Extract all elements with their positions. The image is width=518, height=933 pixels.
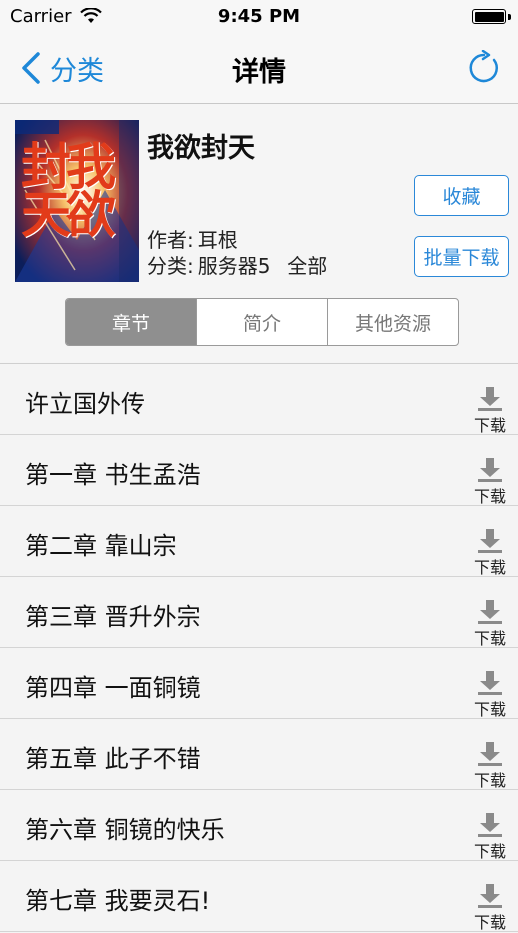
download-label: 下载 xyxy=(473,416,506,435)
chapter-row[interactable]: 第七章 我要灵石! 下载 xyxy=(0,861,518,932)
download-label: 下载 xyxy=(473,842,506,861)
category-line: 分类: 服务器5 全部 xyxy=(147,250,331,279)
chapter-title: 第六章 铜镜的快乐 xyxy=(25,816,225,844)
category-label: 分类: xyxy=(147,254,194,278)
download-icon xyxy=(478,529,502,553)
download-button[interactable]: 下载 xyxy=(472,458,508,507)
download-button[interactable]: 下载 xyxy=(472,387,508,436)
tab-summary[interactable]: 简介 xyxy=(197,299,328,345)
download-label: 下载 xyxy=(473,913,506,932)
download-button[interactable]: 下载 xyxy=(472,742,508,791)
status-bar: Carrier 9:45 PM xyxy=(0,0,518,36)
download-icon xyxy=(478,813,502,837)
chapter-row[interactable]: 许立国外传 下载 xyxy=(0,364,518,435)
chapter-list: 许立国外传 下载 第一章 书生孟浩 下载 第二章 靠山宗 下载 第三章 晋升外宗… xyxy=(0,363,518,932)
chapter-title: 第七章 我要灵石! xyxy=(25,887,211,915)
author-name: 耳根 xyxy=(197,228,238,252)
cover-title: 我欲封天 xyxy=(15,140,116,236)
chapter-row[interactable]: 第二章 靠山宗 下载 xyxy=(0,506,518,577)
batch-download-button[interactable]: 批量下载 xyxy=(414,236,509,277)
download-icon xyxy=(478,600,502,624)
chapter-row[interactable]: 第五章 此子不错 下载 xyxy=(0,719,518,790)
chapter-title: 第五章 此子不错 xyxy=(25,745,201,773)
download-icon xyxy=(478,884,502,908)
download-button[interactable]: 下载 xyxy=(472,529,508,578)
battery-icon xyxy=(472,9,506,24)
download-button[interactable]: 下载 xyxy=(472,600,508,649)
chapter-title: 第一章 书生孟浩 xyxy=(25,461,201,489)
chapter-row[interactable]: 第三章 晋升外宗 下载 xyxy=(0,577,518,648)
download-label: 下载 xyxy=(473,771,506,790)
download-icon xyxy=(478,671,502,695)
download-label: 下载 xyxy=(473,558,506,577)
chapter-title: 第三章 晋升外宗 xyxy=(25,603,201,631)
download-icon xyxy=(478,742,502,766)
chapter-row[interactable]: 第四章 一面铜镜 下载 xyxy=(0,648,518,719)
chapter-row[interactable]: 第一章 书生孟浩 下载 xyxy=(0,435,518,506)
book-header: 我欲封天 我欲封天 作者: 耳根 分类: 服务器5 全部 收藏 批量下载 章节 简介… xyxy=(0,104,518,362)
tab-segmented-control: 章节 简介 其他资源 xyxy=(65,298,459,346)
download-button[interactable]: 下载 xyxy=(472,884,508,933)
favorite-button[interactable]: 收藏 xyxy=(414,175,509,216)
tab-chapters[interactable]: 章节 xyxy=(66,299,197,345)
chapter-row[interactable]: 第六章 铜镜的快乐 下载 xyxy=(0,790,518,861)
refresh-icon[interactable] xyxy=(466,50,502,86)
book-status: 全部 xyxy=(287,254,328,278)
book-title: 我欲封天 xyxy=(147,133,255,164)
author-line: 作者: 耳根 xyxy=(147,224,242,253)
chapter-title: 第二章 靠山宗 xyxy=(25,532,177,560)
download-label: 下载 xyxy=(473,629,506,648)
category-value: 服务器5 xyxy=(197,254,271,278)
chapter-title: 第四章 一面铜镜 xyxy=(25,674,201,702)
download-button[interactable]: 下载 xyxy=(472,671,508,720)
status-time: 9:45 PM xyxy=(217,6,301,27)
chapter-title: 许立国外传 xyxy=(25,390,145,418)
page-title: 详情 xyxy=(232,57,286,88)
download-icon xyxy=(478,387,502,411)
navigation-bar: 分类 详情 xyxy=(0,36,518,104)
download-label: 下载 xyxy=(473,487,506,506)
author-label: 作者: xyxy=(147,228,194,252)
download-icon xyxy=(478,458,502,482)
book-cover: 我欲封天 xyxy=(15,120,139,282)
battery-tip xyxy=(508,14,511,20)
download-button[interactable]: 下载 xyxy=(472,813,508,862)
download-label: 下载 xyxy=(473,700,506,719)
tab-other-resources[interactable]: 其他资源 xyxy=(328,299,458,345)
